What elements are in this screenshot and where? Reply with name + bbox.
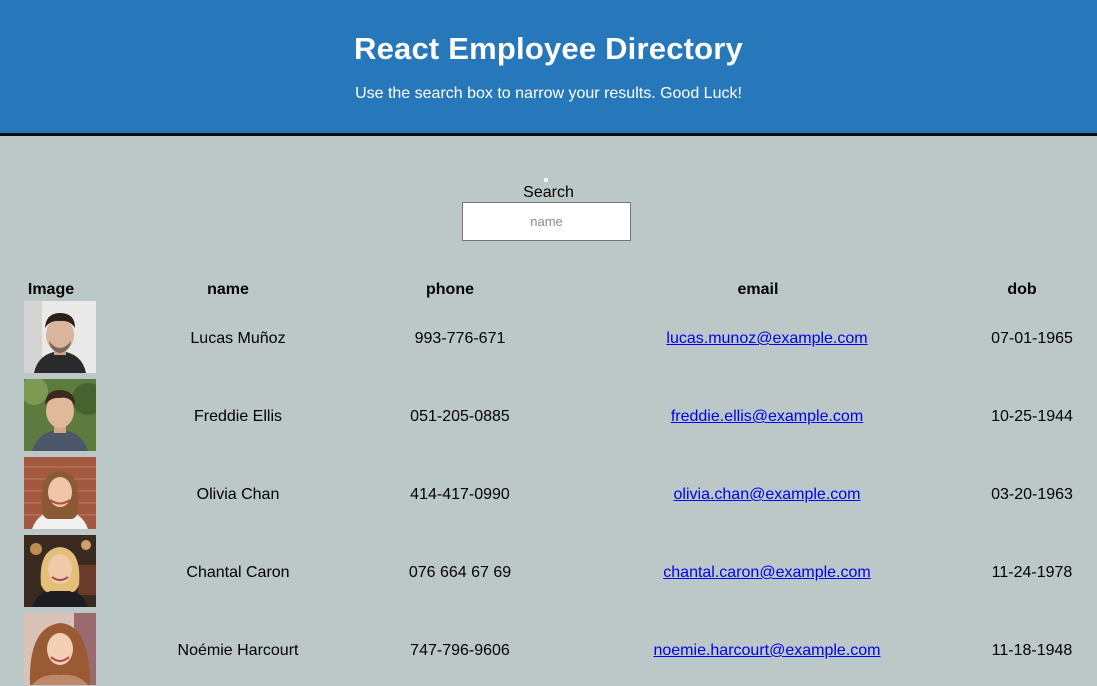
employee-phone: 051-205-0885 [410, 408, 510, 425]
page-title: React Employee Directory [353, 31, 743, 66]
column-header-name[interactable]: name [178, 281, 278, 299]
employee-phone: 747-796-9606 [410, 642, 510, 659]
table-row: Chantal Caron 076 664 67 69 chantal.caro… [0, 535, 1097, 607]
employee-email: chantal.caron@example.com [617, 564, 917, 582]
column-header-dob[interactable]: dob [972, 281, 1072, 299]
employee-name: Freddie Ellis [193, 408, 283, 425]
email-link[interactable]: freddie.ellis@example.com [671, 408, 863, 425]
employee-name: Olivia Chan [196, 486, 280, 503]
search-input[interactable] [462, 202, 631, 241]
employee-dob: 11-18-1948 [991, 642, 1073, 659]
column-header-image: Image [27, 281, 75, 298]
table-row: Olivia Chan 414-417-0990 olivia.chan@exa… [0, 457, 1097, 529]
employee-name: Lucas Muñoz [190, 330, 286, 347]
employee-dob: 10-25-1944 [991, 408, 1073, 425]
employee-email: noemie.harcourt@example.com [617, 642, 917, 660]
employee-email: lucas.munoz@example.com [617, 330, 917, 348]
page-subtitle: Use the search box to narrow your result… [355, 85, 742, 102]
employee-phone: 076 664 67 69 [408, 564, 512, 581]
avatar [24, 457, 96, 529]
employee-dob: 11-24-1978 [991, 564, 1073, 581]
email-link[interactable]: noemie.harcourt@example.com [653, 642, 880, 659]
employee-phone: 414-417-0990 [410, 486, 510, 503]
table-row: Noémie Harcourt 747-796-9606 noemie.harc… [0, 613, 1097, 685]
table-row: Freddie Ellis 051-205-0885 freddie.ellis… [0, 379, 1097, 451]
avatar [24, 379, 96, 451]
email-link[interactable]: olivia.chan@example.com [674, 486, 861, 503]
table-row: Lucas Muñoz 993-776-671 lucas.munoz@exam… [0, 301, 1097, 373]
employee-phone: 993-776-671 [414, 330, 506, 347]
avatar [24, 613, 96, 685]
column-header-email[interactable]: email [708, 281, 808, 299]
column-header-phone[interactable]: phone [400, 281, 500, 299]
decorative-dot [544, 178, 548, 182]
avatar [24, 301, 96, 373]
employee-dob: 03-20-1963 [991, 486, 1073, 503]
employee-name: Chantal Caron [186, 564, 290, 581]
email-link[interactable]: lucas.munoz@example.com [666, 330, 867, 347]
employee-dob: 07-01-1965 [991, 330, 1073, 347]
employee-email: freddie.ellis@example.com [617, 408, 917, 426]
employee-name: Noémie Harcourt [177, 642, 299, 659]
email-link[interactable]: chantal.caron@example.com [663, 564, 870, 581]
employee-email: olivia.chan@example.com [617, 486, 917, 504]
page-header: React Employee Directory Use the search … [0, 0, 1097, 136]
avatar [24, 535, 96, 607]
search-label: Search [523, 184, 574, 201]
